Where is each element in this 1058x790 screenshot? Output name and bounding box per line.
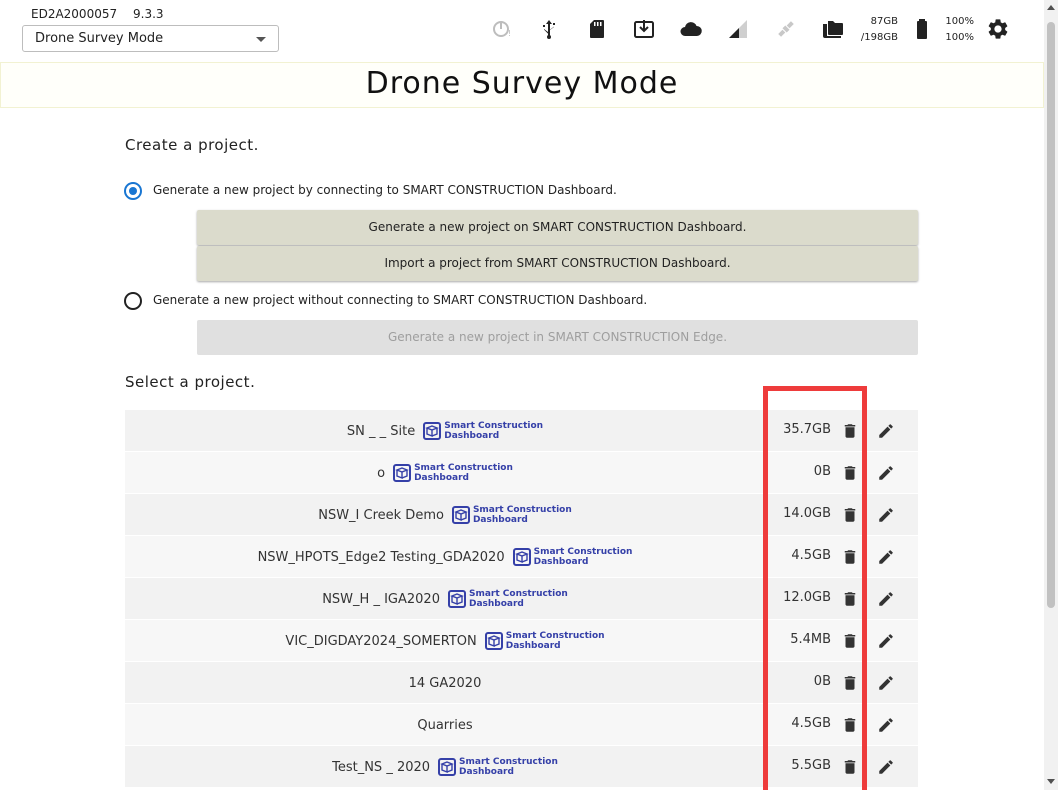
project-title-area: NSW_I Creek Demo Smart Construction Dashbo… (125, 494, 765, 536)
badge-line-1: Smart Construction (472, 505, 572, 515)
radio-connected-label[interactable]: Generate a new project by connecting to … (153, 183, 617, 197)
status-bar: ED2A2000057 9.3.3 Drone Survey Mode ! 87… (0, 0, 1044, 62)
smart-construction-icon (423, 422, 442, 440)
radio-offline-label[interactable]: Generate a new project without connectin… (153, 293, 647, 307)
smart-construction-icon (438, 758, 457, 776)
device-id: ED2A2000057 (31, 7, 118, 21)
settings-icon[interactable] (986, 17, 1010, 41)
chevron-down-icon (256, 37, 266, 42)
badge-line-1: Smart Construction (459, 757, 558, 767)
generate-edge-button: Generate a new project in SMART CONSTRUC… (197, 320, 918, 355)
page-title: Drone Survey Mode (365, 66, 679, 101)
battery-status: 100% 100% (940, 14, 974, 46)
edit-icon[interactable] (877, 674, 895, 692)
project-title-area: 14 GA2020 (125, 662, 765, 704)
select-heading: Select a project. (125, 373, 256, 391)
edit-icon[interactable] (877, 548, 895, 566)
project-name: NSW_I Creek Demo (318, 507, 444, 523)
edit-icon[interactable] (877, 758, 895, 776)
folder-icon[interactable] (821, 17, 845, 41)
scrollbar[interactable] (1044, 0, 1058, 790)
badge-line-1: Smart Construction (505, 631, 605, 641)
project-name: SN _ _ Site (346, 423, 416, 439)
edit-icon[interactable] (877, 506, 895, 524)
smart-construction-icon (484, 632, 503, 650)
project-title-area: Quarries (125, 704, 765, 746)
badge-line-1: Smart Construction (468, 589, 568, 599)
badge-line-2: Dashboard (505, 641, 561, 651)
title-bar: Drone Survey Mode (0, 62, 1044, 108)
dashboard-badge: Smart Construction Dashboard (447, 589, 568, 609)
storage-status: 87GB /198GB (852, 14, 898, 46)
dashboard-badge: Smart Construction Dashboard (512, 547, 633, 567)
storage-total: /198GB (860, 32, 898, 43)
project-title-area: Test_NS _ 2020 Smart Construction Dashboar… (125, 746, 765, 788)
radio-offline[interactable] (124, 292, 142, 310)
badge-line-1: Smart Construction (414, 463, 513, 473)
badge-line-2: Dashboard (468, 599, 524, 609)
battery-level-1: 100% (945, 16, 974, 27)
badge-line-2: Dashboard (472, 515, 528, 525)
mode-select-value: Drone Survey Mode (35, 31, 164, 46)
badge-line-1: Smart Construction (533, 547, 633, 557)
badge-line-2: Dashboard (444, 431, 500, 441)
project-name: VIC_DIGDAY2024_SOMERTON (285, 633, 477, 649)
import-dashboard-button[interactable]: Import a project from SMART CONSTRUCTION… (197, 246, 918, 281)
project-name: NSW_H _ IGA2020 (322, 591, 440, 607)
satellite-icon[interactable] (774, 17, 798, 41)
cloud-icon[interactable] (679, 17, 703, 41)
storage-used: 87GB (870, 16, 898, 27)
create-heading: Create a project. (125, 136, 259, 154)
project-name: 14 GA2020 (408, 675, 482, 691)
dashboard-badge: Smart Construction Dashboard (438, 757, 558, 777)
dashboard-badge: Smart Construction Dashboard (484, 631, 605, 651)
mode-select[interactable]: Drone Survey Mode (22, 25, 279, 52)
dashboard-badge: Smart Construction Dashboard (423, 421, 543, 441)
sd-card-icon[interactable] (585, 17, 609, 41)
badge-line-2: Dashboard (533, 557, 589, 567)
edit-icon[interactable] (877, 590, 895, 608)
dashboard-badge: Smart Construction Dashboard (451, 505, 572, 525)
edit-icon[interactable] (877, 422, 895, 440)
project-name: Quarries (417, 717, 473, 733)
scroll-down-icon[interactable] (1047, 779, 1055, 784)
project-title-area: o Smart Construction Dashboard (125, 452, 765, 494)
gps-status-icon[interactable]: ! (490, 17, 514, 41)
battery-level-2: 100% (945, 32, 974, 43)
scroll-up-icon[interactable] (1047, 5, 1055, 10)
smart-construction-icon (512, 548, 531, 566)
download-icon[interactable] (632, 17, 656, 41)
badge-line-1: Smart Construction (444, 421, 544, 431)
smart-construction-icon (393, 464, 412, 482)
project-title-area: VIC_DIGDAY2024_SOMERTON Smart Constructio… (125, 620, 765, 662)
smart-construction-icon (447, 590, 466, 608)
version-label: 9.3.3 (133, 7, 164, 21)
radio-connected[interactable] (124, 182, 142, 200)
project-title-area: NSW_HPOTS_Edge2 Testing_GDA2020 Smart Con… (125, 536, 765, 578)
project-name: NSW_HPOTS_Edge2 Testing_GDA2020 (257, 549, 505, 565)
battery-icon (910, 17, 934, 41)
badge-line-2: Dashboard (459, 767, 514, 777)
dashboard-badge: Smart Construction Dashboard (393, 463, 513, 483)
generate-dashboard-button[interactable]: Generate a new project on SMART CONSTRUC… (197, 210, 918, 245)
badge-line-2: Dashboard (414, 473, 469, 483)
project-title-area: NSW_H _ IGA2020 Smart Construction Dashboa… (125, 578, 765, 620)
usb-icon[interactable] (537, 17, 561, 41)
signal-icon[interactable] (726, 17, 750, 41)
edit-icon[interactable] (877, 632, 895, 650)
size-column-highlight (763, 386, 867, 790)
project-name: Test_NS _ 2020 (332, 759, 431, 775)
edit-icon[interactable] (877, 716, 895, 734)
project-name: o (377, 465, 386, 481)
smart-construction-icon (451, 506, 470, 524)
project-title-area: SN _ _ Site Smart Construction Dashboard (125, 410, 765, 452)
edit-icon[interactable] (877, 464, 895, 482)
svg-text:!: ! (508, 29, 511, 38)
scrollbar-thumb[interactable] (1047, 22, 1055, 608)
